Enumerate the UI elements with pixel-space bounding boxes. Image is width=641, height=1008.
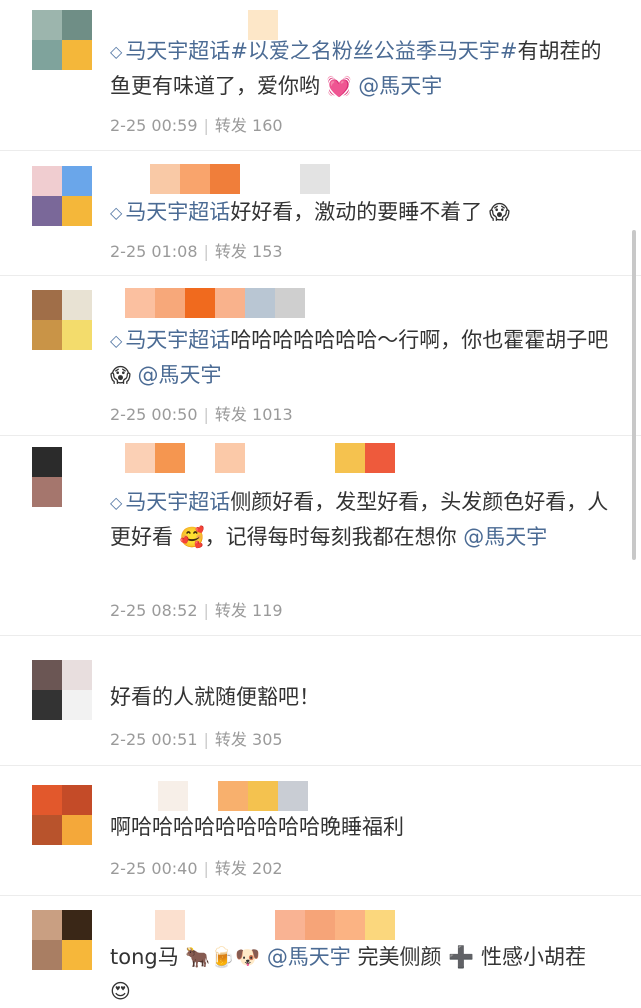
shocked-emoji: 😱 — [489, 200, 510, 224]
comment-meta: 2-25 00:59 | 转发 160 — [110, 116, 283, 135]
mention-link[interactable]: @馬天宇 — [138, 363, 222, 387]
repost-label[interactable]: 转发 — [215, 601, 247, 620]
scrollbar[interactable] — [632, 230, 636, 560]
avatar[interactable] — [32, 166, 92, 226]
super-topic-link[interactable]: 马天宇超话 — [125, 200, 230, 224]
comment-meta: 2-25 00:40 | 转发 202 — [110, 859, 283, 878]
comment-item: ◇ 马天宇超话侧颜好看，发型好看，头发颜色好看，人更好看 🥰，记得每时每刻我都在想… — [0, 435, 641, 636]
super-topic-icon: ◇ — [110, 42, 123, 61]
shocked-emoji: 😱 — [110, 363, 131, 387]
heart-emoji: 💓 — [326, 74, 352, 98]
avatar[interactable] — [32, 910, 92, 970]
timestamp: 2-25 00:50 — [110, 405, 198, 424]
hashtag-link[interactable]: #以爱之名粉丝公益季马天宇# — [230, 39, 517, 63]
username-redacted — [150, 164, 330, 194]
blushing-emoji: 🥰 — [179, 525, 205, 549]
super-topic-link[interactable]: 马天宇超话 — [125, 328, 230, 352]
comment-text: tong马 🐂🍺🐶 @馬天宇 完美侧颜 ➕ 性感小胡茬 😍 — [110, 940, 611, 1008]
comment-item: 好看的人就随便豁吧！ 2-25 00:51 | 转发 305 — [0, 635, 641, 766]
super-topic-icon: ◇ — [110, 493, 123, 512]
repost-count: 160 — [252, 116, 283, 135]
super-topic-link[interactable]: 马天宇超话 — [125, 39, 230, 63]
repost-count: 202 — [252, 859, 283, 878]
repost-label[interactable]: 转发 — [215, 730, 247, 749]
repost-count: 305 — [252, 730, 283, 749]
username-redacted — [125, 443, 395, 473]
comment-text: ◇ 马天宇超话好好看，激动的要睡不着了 😱 — [110, 195, 611, 230]
username-redacted — [155, 910, 395, 940]
avatar[interactable] — [32, 660, 92, 720]
repost-label[interactable]: 转发 — [215, 242, 247, 261]
repost-label[interactable]: 转发 — [215, 859, 247, 878]
repost-label[interactable]: 转发 — [215, 116, 247, 135]
username-redacted — [158, 781, 308, 811]
super-topic-icon: ◇ — [110, 331, 123, 350]
comment-item: ◇ 马天宇超话#以爱之名粉丝公益季马天宇#有胡茬的鱼更有味道了，爱你哟 💓 @馬天… — [0, 0, 641, 151]
mention-link[interactable]: @馬天宇 — [463, 525, 547, 549]
bull-beer-dog-emojis: 🐂🍺🐶 — [185, 945, 261, 969]
username-redacted — [125, 288, 305, 318]
timestamp: 2-25 08:52 — [110, 601, 198, 620]
comment-item: ◇ 马天宇超话好好看，激动的要睡不着了 😱 2-25 01:08 | 转发 153 — [0, 150, 641, 276]
timestamp: 2-25 00:40 — [110, 859, 198, 878]
mention-link[interactable]: @馬天宇 — [267, 945, 351, 969]
comment-meta: 2-25 00:51 | 转发 305 — [110, 730, 283, 749]
heart-eyes-emoji: 😍 — [110, 979, 131, 1003]
repost-label[interactable]: 转发 — [215, 405, 247, 424]
comment-text: ◇ 马天宇超话#以爱之名粉丝公益季马天宇#有胡茬的鱼更有味道了，爱你哟 💓 @馬天… — [110, 34, 611, 103]
comment-text: 好看的人就随便豁吧！ — [110, 685, 320, 709]
comment-meta: 2-25 00:50 | 转发 1013 — [110, 405, 293, 424]
repost-count: 153 — [252, 242, 283, 261]
timestamp: 2-25 01:08 — [110, 242, 198, 261]
super-topic-icon: ◇ — [110, 203, 123, 222]
comment-item: ◇ 马天宇超话哈哈哈哈哈哈哈～行啊，你也霍霍胡子吧 😱 @馬天宇 2-25 00:… — [0, 275, 641, 436]
timestamp: 2-25 00:51 — [110, 730, 198, 749]
avatar[interactable] — [32, 447, 92, 507]
comment-text: ◇ 马天宇超话侧颜好看，发型好看，头发颜色好看，人更好看 🥰，记得每时每刻我都在想… — [110, 485, 611, 554]
avatar[interactable] — [32, 290, 92, 350]
comment-item: tong马 🐂🍺🐶 @馬天宇 完美侧颜 ➕ 性感小胡茬 😍 — [0, 895, 641, 1003]
repost-count: 1013 — [252, 405, 293, 424]
comment-text: ◇ 马天宇超话哈哈哈哈哈哈哈～行啊，你也霍霍胡子吧 😱 @馬天宇 — [110, 323, 611, 392]
timestamp: 2-25 00:59 — [110, 116, 198, 135]
avatar[interactable] — [32, 785, 92, 845]
super-topic-link[interactable]: 马天宇超话 — [125, 490, 230, 514]
repost-count: 119 — [252, 601, 283, 620]
comment-item: 啊哈哈哈哈哈哈哈哈哈晚睡福利 2-25 00:40 | 转发 202 — [0, 765, 641, 896]
comment-meta: 2-25 01:08 | 转发 153 — [110, 242, 283, 261]
avatar[interactable] — [32, 10, 92, 70]
comment-text: 啊哈哈哈哈哈哈哈哈哈晚睡福利 — [110, 815, 404, 839]
mention-link[interactable]: @馬天宇 — [358, 74, 442, 98]
comment-meta: 2-25 08:52 | 转发 119 — [110, 601, 283, 620]
